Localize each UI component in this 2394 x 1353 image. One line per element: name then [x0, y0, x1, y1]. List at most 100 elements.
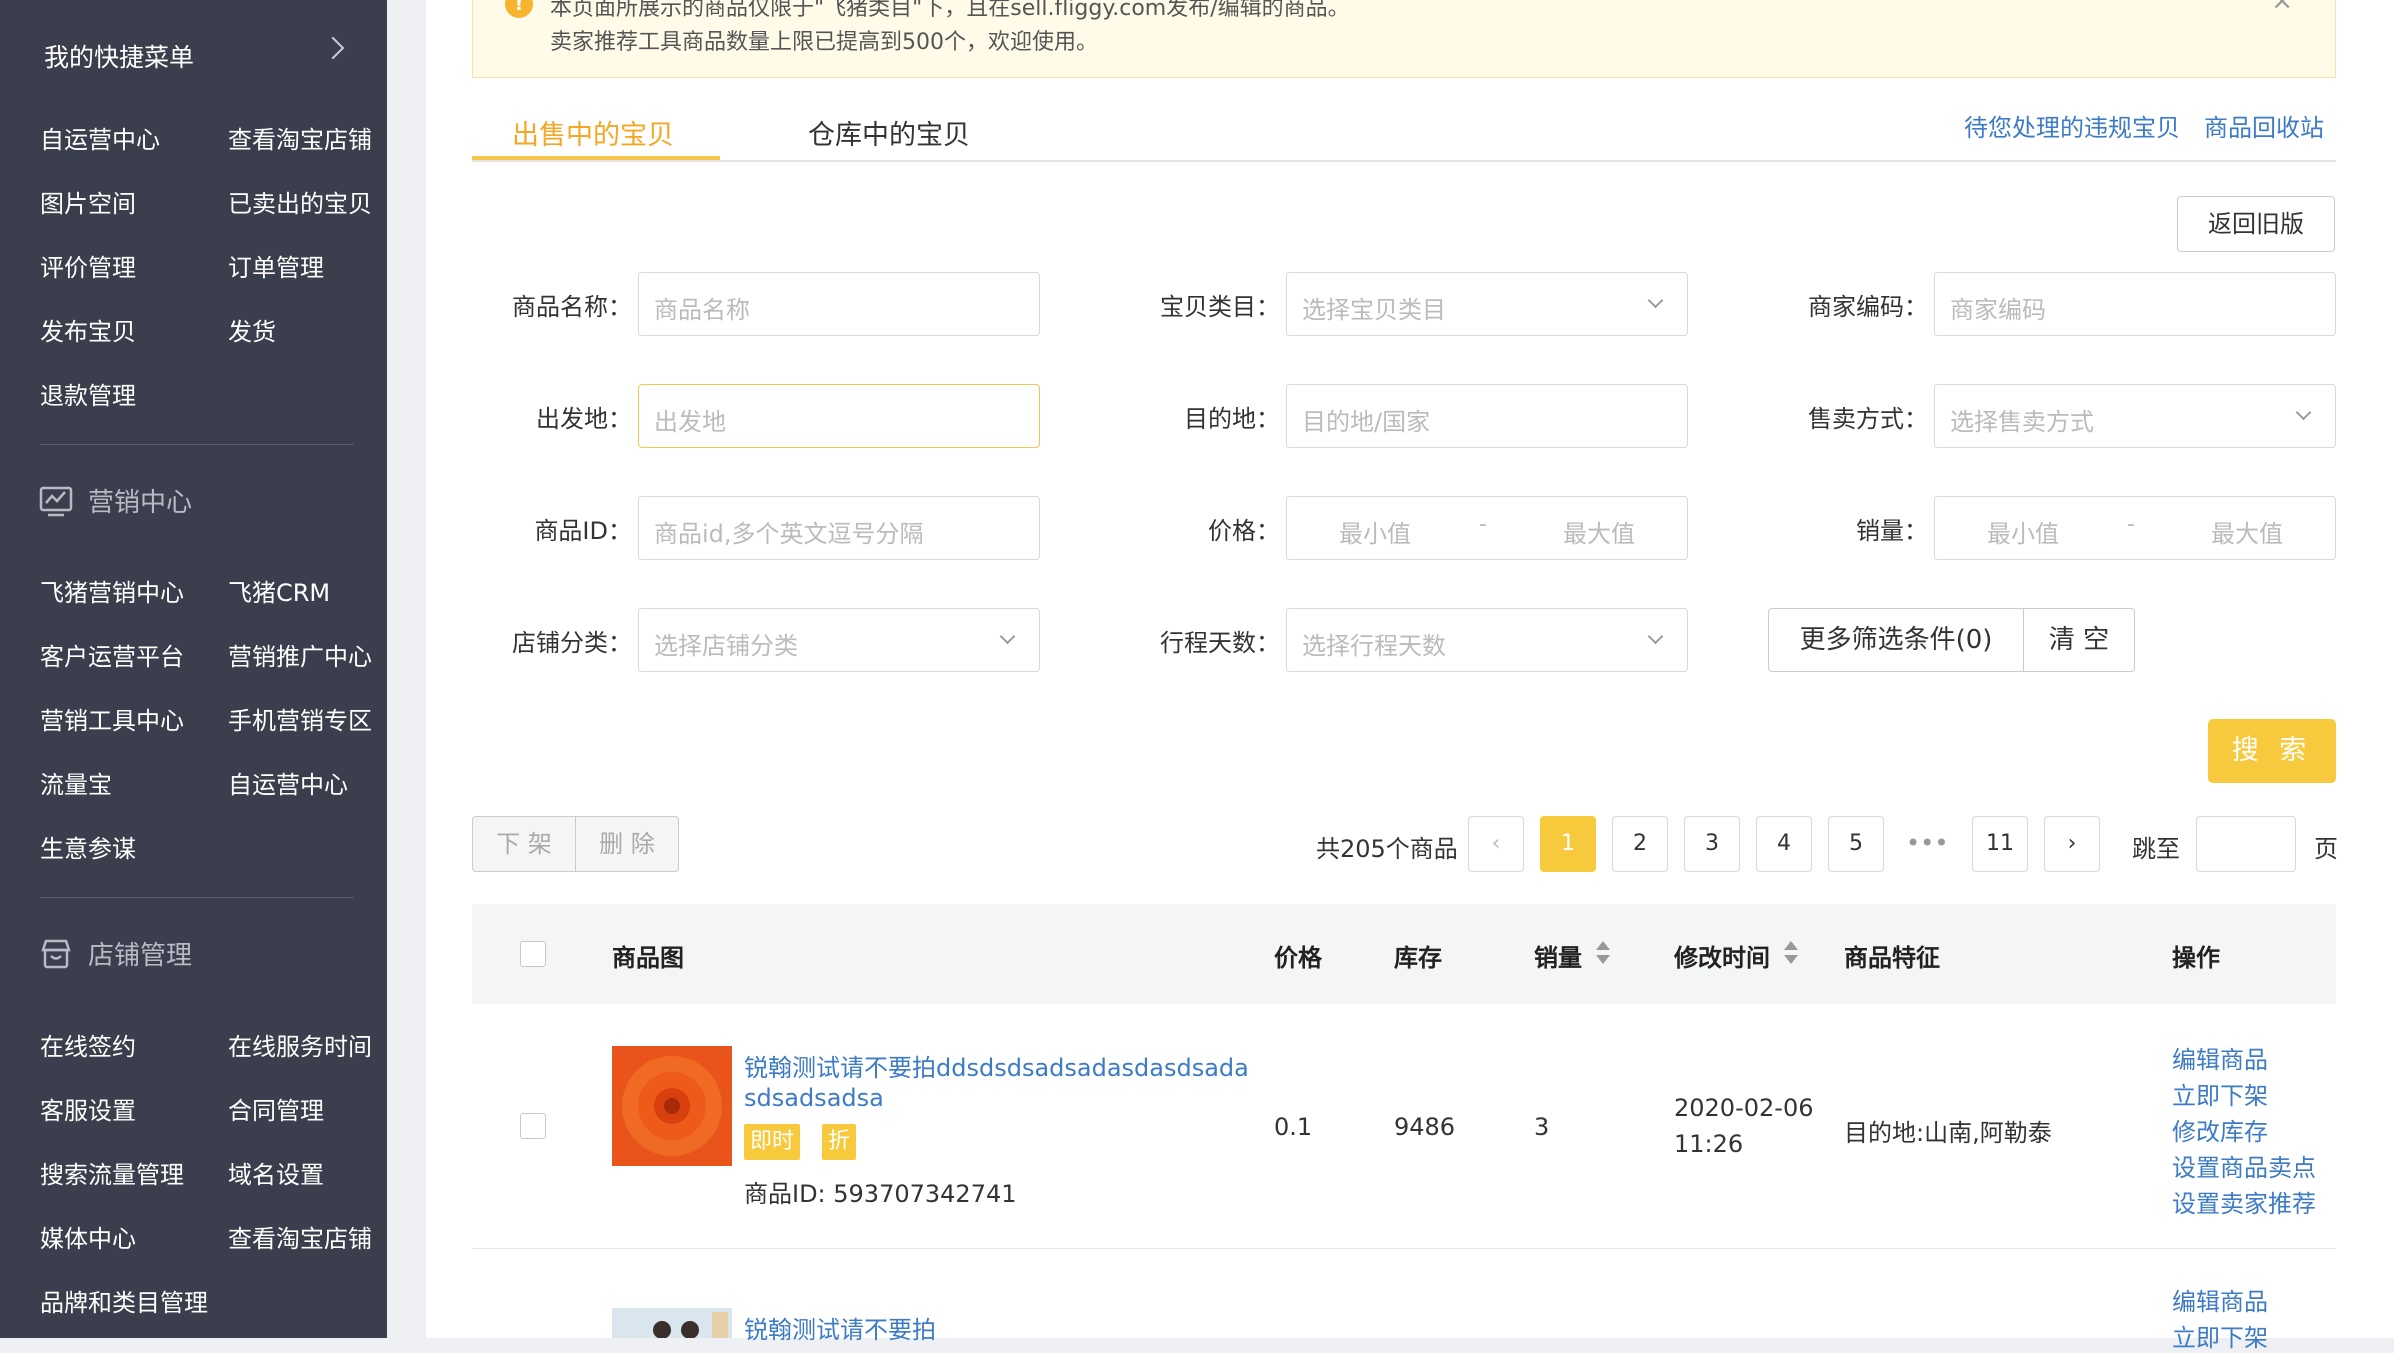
sort-icon[interactable] [1596, 940, 1610, 966]
page-button[interactable]: 5 [1828, 816, 1884, 872]
sidebar-item[interactable]: 合同管理 [228, 1091, 324, 1126]
chevron-down-icon [999, 628, 1016, 645]
column-header[interactable]: 修改时间 [1674, 938, 1770, 973]
set-seller-recommend-link[interactable]: 设置卖家推荐 [2172, 1184, 2316, 1219]
category-select[interactable]: 选择宝贝类目 [1286, 272, 1688, 336]
sidebar: 我的快捷菜单 自运营中心 查看淘宝店铺 图片空间 已卖出的宝贝 评价管理 订单管… [0, 0, 387, 1338]
sidebar-item[interactable]: 发布宝贝 [40, 312, 136, 347]
off-shelf-link[interactable]: 立即下架 [2172, 1076, 2268, 1111]
product-title[interactable]: 锐翰测试请不要拍 [744, 1310, 936, 1345]
next-page-button[interactable]: › [2044, 816, 2100, 872]
placeholder: 目的地/国家 [1302, 408, 1431, 436]
page-button[interactable]: 3 [1684, 816, 1740, 872]
shop-category-label: 店铺分类： [512, 629, 632, 657]
set-selling-point-link[interactable]: 设置商品卖点 [2172, 1148, 2316, 1183]
sidebar-item[interactable]: 手机营销专区 [228, 701, 372, 736]
sidebar-item[interactable]: 飞猪营销中心 [40, 573, 184, 608]
close-icon[interactable]: × [2271, 0, 2293, 16]
clear-button[interactable]: 清 空 [2023, 608, 2135, 672]
sidebar-item[interactable]: 营销推广中心 [228, 637, 372, 672]
off-shelf-button[interactable]: 下 架 [472, 816, 576, 872]
page-button[interactable]: 1 [1540, 816, 1596, 872]
tab-on-sale[interactable]: 出售中的宝贝 [512, 113, 674, 152]
product-thumbnail[interactable] [612, 1046, 732, 1166]
sidebar-item[interactable]: 图片空间 [40, 184, 136, 219]
edit-stock-link[interactable]: 修改库存 [2172, 1112, 2268, 1147]
trip-days-select[interactable]: 选择行程天数 [1286, 608, 1688, 672]
sidebar-item[interactable]: 退款管理 [40, 376, 136, 411]
store-section[interactable]: 店铺管理 [38, 935, 192, 972]
price-range-input[interactable]: 最小值 - 最大值 [1286, 496, 1688, 560]
sidebar-item[interactable]: 飞猪CRM [228, 573, 330, 608]
page-unit-label: 页 [2314, 835, 2338, 863]
more-filters-button[interactable]: 更多筛选条件(0) [1768, 608, 2024, 672]
modified-time: 11:26 [1674, 1130, 1744, 1158]
sidebar-item[interactable]: 域名设置 [228, 1155, 324, 1190]
delete-button[interactable]: 删 除 [575, 816, 679, 872]
chevron-down-icon [1647, 628, 1664, 645]
sale-method-select[interactable]: 选择售卖方式 [1934, 384, 2336, 448]
column-header: 商品特征 [1844, 944, 1940, 972]
recycle-bin-link[interactable]: 商品回收站 [2204, 108, 2324, 143]
notice-text: 卖家推荐工具商品数量上限已提高到500个，欢迎使用。 [550, 30, 1098, 55]
product-thumbnail[interactable] [612, 1308, 732, 1338]
merchant-code-input[interactable]: 商家编码 [1934, 272, 2336, 336]
page-ellipsis[interactable]: ••• [1906, 829, 1948, 857]
search-button[interactable]: 搜 索 [2208, 719, 2336, 783]
column-header: 操作 [2172, 944, 2220, 972]
sidebar-item[interactable]: 生意参谋 [40, 829, 136, 864]
edit-product-link[interactable]: 编辑商品 [2172, 1040, 2268, 1075]
violations-link[interactable]: 待您处理的违规宝贝 [1964, 108, 2180, 143]
sales-range-input[interactable]: 最小值 - 最大值 [1934, 496, 2336, 560]
select-all-checkbox[interactable] [520, 941, 546, 967]
product-name-input[interactable]: 商品名称 [638, 272, 1040, 336]
sidebar-item[interactable]: 自运营中心 [228, 765, 348, 800]
sidebar-item[interactable]: 订单管理 [228, 248, 324, 283]
column-header: 库存 [1394, 944, 1442, 972]
jump-label: 跳至 [2132, 835, 2180, 863]
sidebar-item[interactable]: 在线签约 [40, 1027, 136, 1062]
sidebar-item[interactable]: 客户运营平台 [40, 637, 184, 672]
sidebar-item[interactable]: 媒体中心 [40, 1219, 136, 1254]
destination-label: 目的地： [1184, 405, 1280, 433]
origin-input[interactable]: 出发地 [638, 384, 1040, 448]
product-title[interactable]: sdsadsadsa [744, 1084, 884, 1112]
sidebar-item[interactable]: 搜索流量管理 [40, 1155, 184, 1190]
sidebar-item[interactable]: 客服设置 [40, 1091, 136, 1126]
min-placeholder: 最小值 [1987, 520, 2059, 548]
sidebar-item[interactable]: 品牌和类目管理 [40, 1283, 208, 1318]
sidebar-item[interactable]: 流量宝 [40, 765, 112, 800]
row-divider [472, 1248, 2336, 1249]
page-button[interactable]: 11 [1972, 816, 2028, 872]
sidebar-item[interactable]: 在线服务时间 [228, 1027, 372, 1062]
prev-page-button[interactable]: ‹ [1468, 816, 1524, 872]
sidebar-item[interactable]: 发货 [228, 312, 276, 347]
discount-tag: 折 [822, 1124, 857, 1160]
sidebar-item[interactable]: 营销工具中心 [40, 701, 184, 736]
jump-page-input[interactable] [2196, 816, 2296, 872]
product-id-input[interactable]: 商品id,多个英文逗号分隔 [638, 496, 1040, 560]
row-checkbox[interactable] [520, 1113, 546, 1139]
edit-product-link[interactable]: 编辑商品 [2172, 1282, 2268, 1317]
sidebar-item[interactable]: 查看淘宝店铺 [228, 120, 372, 155]
sales-value: 3 [1534, 1113, 1550, 1141]
sidebar-item[interactable]: 评价管理 [40, 248, 136, 283]
marketing-section[interactable]: 营销中心 [38, 482, 192, 519]
sidebar-item[interactable]: 自运营中心 [40, 120, 160, 155]
chevron-right-icon[interactable] [321, 36, 345, 60]
notice-text: 本页面所展示的商品仅限于"飞猪类目"下，且在sell.fliggy.com发布/… [550, 0, 1350, 21]
destination-input[interactable]: 目的地/国家 [1286, 384, 1688, 448]
shop-category-select[interactable]: 选择店铺分类 [638, 608, 1040, 672]
tab-warehouse[interactable]: 仓库中的宝贝 [808, 113, 970, 152]
sidebar-item[interactable]: 已卖出的宝贝 [228, 184, 372, 219]
page-button[interactable]: 2 [1612, 816, 1668, 872]
column-header[interactable]: 销量 [1534, 938, 1582, 973]
off-shelf-link[interactable]: 立即下架 [2172, 1318, 2268, 1353]
sort-icon[interactable] [1784, 940, 1798, 966]
quick-menu-title[interactable]: 我的快捷菜单 [44, 38, 194, 74]
product-title[interactable]: 锐翰测试请不要拍ddsdsdsadsadasdasdsada [744, 1048, 1249, 1083]
sidebar-item[interactable]: 查看淘宝店铺 [228, 1219, 372, 1254]
back-old-version-button[interactable]: 返回旧版 [2177, 196, 2335, 252]
page-button[interactable]: 4 [1756, 816, 1812, 872]
price-label: 价格： [1208, 517, 1280, 545]
